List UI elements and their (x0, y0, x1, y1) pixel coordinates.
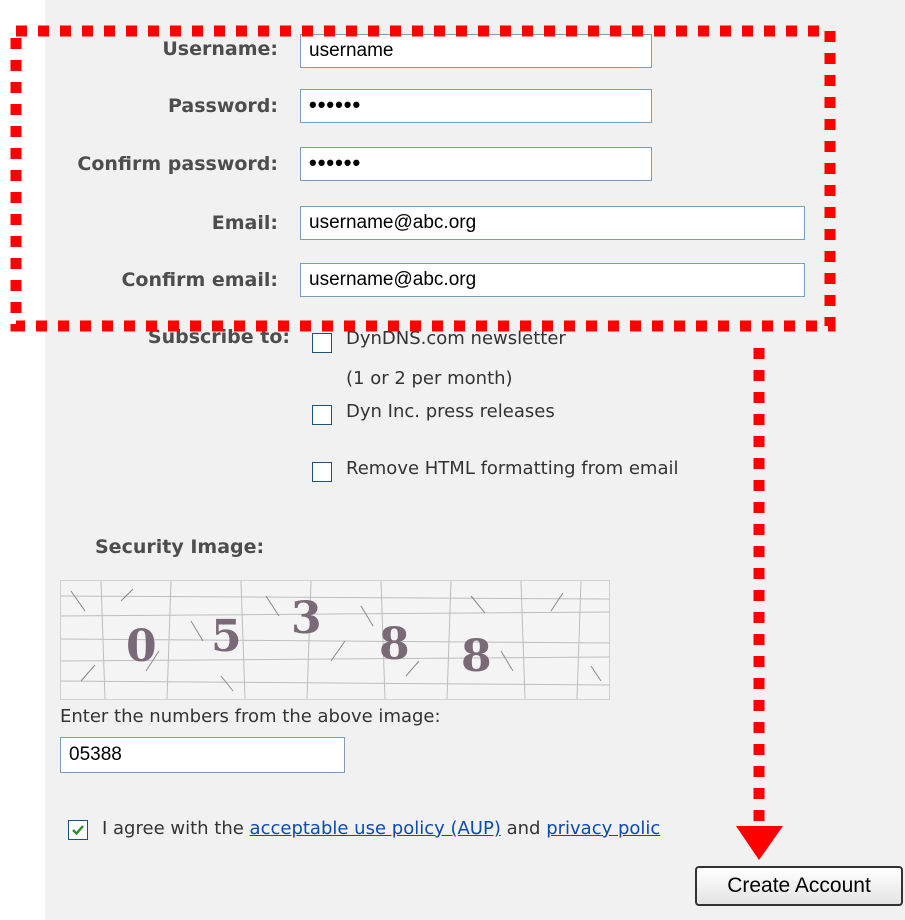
captcha-digit: 0 (126, 621, 157, 672)
remove-html-label: Remove HTML formatting from email (346, 458, 679, 479)
confirm-password-label: Confirm password: (77, 153, 278, 175)
agree-checkbox[interactable] (68, 820, 88, 840)
confirm-password-field[interactable]: •••••• (300, 147, 652, 181)
newsletter-frequency: (1 or 2 per month) (346, 368, 513, 389)
email-field[interactable]: username@abc.org (300, 206, 805, 240)
create-account-button[interactable]: Create Account (695, 866, 903, 906)
confirm-email-field[interactable]: username@abc.org (300, 263, 805, 297)
password-field[interactable]: •••••• (300, 89, 652, 123)
captcha-image: 0 5 3 8 8 (60, 580, 610, 700)
remove-html-checkbox[interactable] (312, 462, 332, 482)
password-label: Password: (167, 95, 278, 117)
checkmark-icon (72, 825, 84, 836)
newsletter-label: DynDNS.com newsletter (346, 328, 566, 349)
agree-text: I agree with the acceptable use policy (… (102, 818, 660, 839)
privacy-policy-link[interactable]: privacy polic (546, 818, 660, 839)
agree-prefix: I agree with the (102, 818, 250, 839)
captcha-prompt: Enter the numbers from the above image: (60, 706, 441, 727)
aup-link[interactable]: acceptable use policy (AUP) (250, 818, 501, 839)
captcha-digit: 8 (379, 619, 410, 670)
username-field[interactable]: username (300, 34, 652, 68)
press-releases-checkbox[interactable] (312, 405, 332, 425)
captcha-digit: 5 (211, 611, 242, 662)
agree-middle: and (500, 818, 547, 839)
newsletter-checkbox[interactable] (312, 333, 332, 353)
username-label: Username: (162, 38, 278, 60)
confirm-email-label: Confirm email: (121, 269, 278, 291)
captcha-digit: 8 (461, 631, 492, 682)
captcha-input[interactable]: 05388 (60, 737, 345, 773)
security-image-title: Security Image: (95, 536, 265, 558)
email-label: Email: (211, 212, 278, 234)
subscribe-label: Subscribe to: (147, 326, 290, 348)
captcha-digit: 3 (291, 593, 322, 644)
press-releases-label: Dyn Inc. press releases (346, 401, 555, 422)
